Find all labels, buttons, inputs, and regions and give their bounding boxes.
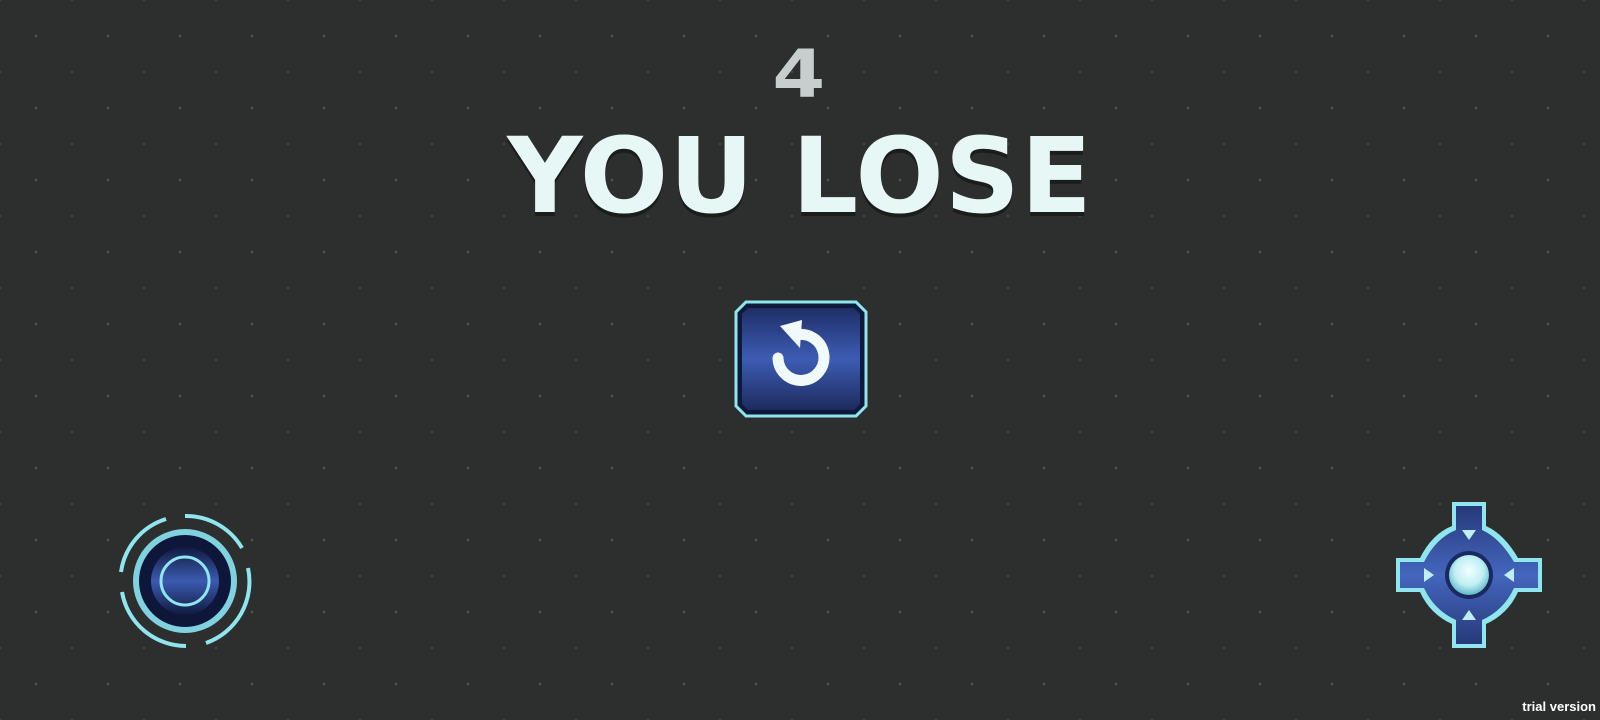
fire-button[interactable] (116, 512, 254, 650)
game-over-title: YOU LOSE (507, 115, 1093, 237)
directional-pad[interactable] (1394, 500, 1544, 650)
score-display: 4 (772, 36, 828, 113)
trial-watermark: trial version (1522, 699, 1596, 714)
game-screen: 4 YOU LOSE trial version (0, 0, 1600, 720)
restart-arrow-icon (734, 300, 868, 418)
directional-pad-icon (1396, 502, 1542, 648)
restart-button[interactable] (734, 300, 868, 418)
fire-ring-button-icon (119, 513, 252, 648)
